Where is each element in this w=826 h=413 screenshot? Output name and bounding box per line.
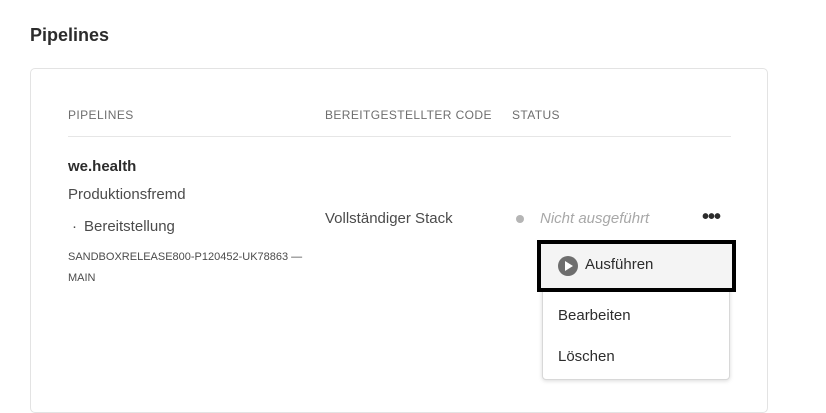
header-divider bbox=[68, 136, 731, 137]
pipeline-type: · Bereitstellung bbox=[72, 218, 175, 235]
status-dot-icon bbox=[516, 215, 524, 223]
status-text: Nicht ausgeführt bbox=[540, 210, 650, 227]
menu-item-delete[interactable]: Löschen bbox=[558, 348, 615, 365]
column-header-deployed-code: BEREITGESTELLTER CODE bbox=[325, 108, 492, 122]
pipeline-environment: Produktionsfremd bbox=[68, 186, 186, 203]
column-header-pipelines: PIPELINES bbox=[68, 108, 134, 122]
bullet: · bbox=[72, 218, 77, 235]
pipeline-name[interactable]: we.health bbox=[68, 158, 136, 175]
play-circle-icon bbox=[558, 256, 578, 276]
pipeline-repository: SANDBOXRELEASE800-P120452-UK78863 — MAIN bbox=[68, 251, 303, 284]
menu-item-edit[interactable]: Bearbeiten bbox=[558, 307, 631, 324]
deployed-code-value: Vollständiger Stack bbox=[325, 210, 453, 227]
menu-item-run-label: Ausführen bbox=[585, 256, 654, 273]
column-header-status: STATUS bbox=[512, 108, 560, 122]
menu-item-run[interactable]: Ausführen bbox=[537, 240, 736, 292]
more-actions-button[interactable]: ••• bbox=[698, 207, 724, 230]
pipeline-type-label: Bereitstellung bbox=[84, 218, 175, 235]
page-title: Pipelines bbox=[30, 25, 110, 45]
